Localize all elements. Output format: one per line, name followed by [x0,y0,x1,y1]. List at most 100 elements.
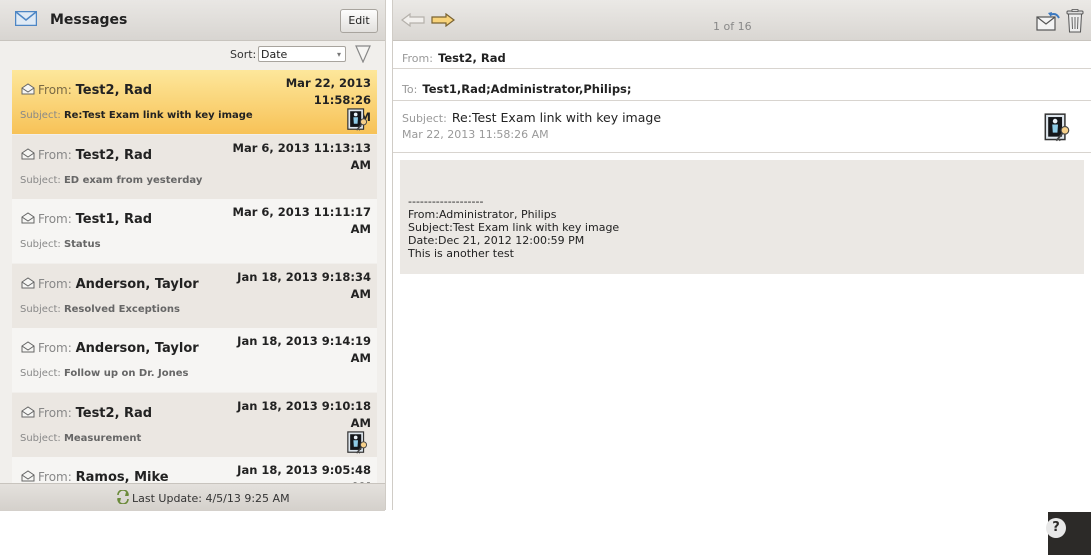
message-date-line2: AM [350,351,371,365]
message-list-item[interactable]: From: Ramos, Mike Jan 18, 2013 9:05:48AM [12,457,377,483]
envelope-open-icon [21,83,35,95]
message-subject: Status [63,239,101,250]
message-date-line2: AM [350,287,371,301]
message-from-name: Ramos, Mike [75,470,169,483]
message-detail-pane: 1 of 16 From: Test2, Rad To: Test1,Rad;A… [392,0,1091,510]
message-subject: Measurement [63,433,142,444]
message-subject-label: Subject: [20,433,61,444]
message-subject: Follow up on Dr. Jones [63,368,189,379]
body-text-line: This is another test [408,247,514,260]
message-date-line1: Jan 18, 2013 9:05:48 [237,463,371,477]
message-from-label: From: [38,277,72,291]
next-arrow-icon[interactable] [431,13,455,27]
message-from-label: From: [38,212,72,226]
detail-to-row: To: Test1,Rad;Administrator,Philips; [393,69,1091,101]
message-subject-label: Subject: [20,110,61,121]
sort-bar: Sort: Date ▾ [0,41,385,69]
message-date: Jan 18, 2013 9:10:18 AM [231,398,371,432]
refresh-icon[interactable] [116,490,130,504]
key-image-icon[interactable] [345,431,371,455]
body-separator: ------------------- [408,195,484,208]
key-image-icon[interactable] [345,108,371,132]
detail-from-value: Test2, Rad [438,51,506,65]
message-date-line2: AM [350,158,371,172]
message-subject: Re:Test Exam link with key image [63,110,253,121]
envelope-open-icon [21,470,35,482]
sort-label: Sort: [230,48,257,61]
message-list-item[interactable]: From: Anderson, Taylor Jan 18, 2013 9:14:… [12,328,377,392]
message-list-footer: Last Update: 4/5/13 9:25 AM [0,483,385,511]
message-date-line1: Mar 6, 2013 11:11:17 [232,205,371,219]
help-icon: ? [1046,518,1066,538]
chevron-down-icon: ▾ [336,50,341,59]
messages-title: Messages [50,12,128,28]
message-from-name: Test2, Rad [75,148,153,163]
message-subject-label: Subject: [20,304,61,315]
detail-subject-label: Subject: [402,112,447,125]
message-from-name: Test2, Rad [75,83,153,98]
message-list-item[interactable]: From: Test2, RadMar 22, 2013 11:58:26AMS… [12,70,377,134]
previous-arrow-icon[interactable] [401,13,425,27]
message-date: Jan 18, 2013 9:18:34 AM [231,269,371,303]
envelope-open-icon [21,277,35,289]
detail-subject-value: Re:Test Exam link with key image [451,110,662,125]
message-date: Jan 18, 2013 9:14:19 AM [231,333,371,367]
message-subject: ED exam from yesterday [63,175,203,186]
message-from-label: From: [38,406,72,420]
key-image-icon[interactable] [1043,113,1073,143]
message-from-label: From: [38,148,72,162]
detail-to-value: Test1,Rad;Administrator,Philips; [422,82,632,96]
message-date-line2: AM [350,416,371,430]
message-from-name: Test2, Rad [75,406,153,421]
message-list-header: Messages Edit [0,0,385,41]
reply-icon[interactable] [1036,11,1060,31]
envelope-open-icon [21,341,35,353]
envelope-open-icon [21,406,35,418]
message-list-item[interactable]: From: Test1, Rad Mar 6, 2013 11:11:17 AM Su… [12,199,377,263]
message-list-pane: Messages Edit Sort: Date ▾ From: Test2, … [0,0,386,511]
message-from-label: From: [38,470,72,483]
message-subject: Resolved Exceptions [63,304,180,315]
detail-subject-row: Subject: Re:Test Exam link with key imag… [393,101,1091,153]
detail-from-row: From: Test2, Rad [393,41,1091,69]
message-from-name: Test1, Rad [75,212,153,227]
message-list-item[interactable]: From: Anderson, Taylor Jan 18, 2013 9:18:… [12,264,377,328]
message-date-line1: Mar 22, 2013 11:58:26 [285,76,371,107]
help-button[interactable]: ? [1046,512,1091,555]
message-from-name: Anderson, Taylor [75,277,199,292]
sort-select[interactable]: Date ▾ [258,46,346,62]
envelope-open-icon [21,148,35,160]
mail-icon [15,11,37,26]
sort-selected-value: Date [261,48,288,61]
detail-from-label: From: [402,52,433,65]
message-date: Mar 6, 2013 11:11:17 AM [231,204,371,238]
trash-icon[interactable] [1066,9,1084,33]
message-date-line1: Mar 6, 2013 11:13:13 [232,141,371,155]
message-body: ------------------- From:Administrator, … [400,160,1084,274]
message-subject-label: Subject: [20,239,61,250]
edit-button[interactable]: Edit [340,9,378,33]
message-from-name: Anderson, Taylor [75,341,199,356]
message-date: Jan 18, 2013 9:05:48AM [231,462,371,483]
detail-to-label: To: [402,83,418,96]
message-toolbar: 1 of 16 [393,0,1091,41]
message-date-line1: Jan 18, 2013 9:14:19 [237,334,371,348]
message-date-line1: Jan 18, 2013 9:18:34 [237,270,371,284]
message-date: Mar 6, 2013 11:13:13 AM [231,140,371,174]
message-list-item[interactable]: From: Test2, Rad Mar 6, 2013 11:13:13 AM Su… [12,135,377,199]
sort-direction-icon[interactable] [355,45,371,63]
body-date-line: Date:Dec 21, 2012 12:00:59 PM [408,234,585,247]
envelope-open-icon [21,212,35,224]
message-subject-label: Subject: [20,368,61,379]
message-from-label: From: [38,341,72,355]
message-from-label: From: [38,83,72,97]
detail-date: Mar 22, 2013 11:58:26 AM [402,128,549,141]
body-from-line: From:Administrator, Philips [408,208,557,221]
message-date-line1: Jan 18, 2013 9:10:18 [237,399,371,413]
message-list-item[interactable]: From: Test2, Rad Jan 18, 2013 9:10:18 AM Su… [12,393,377,457]
message-subject-label: Subject: [20,175,61,186]
last-update-text: Last Update: 4/5/13 9:25 AM [132,492,290,505]
page-indicator: 1 of 16 [713,20,752,33]
body-subject-line: Subject:Test Exam link with key image [408,221,620,234]
message-list: From: Test2, Rad Mar 22, 2013 11:58:26 AM S… [12,70,377,483]
